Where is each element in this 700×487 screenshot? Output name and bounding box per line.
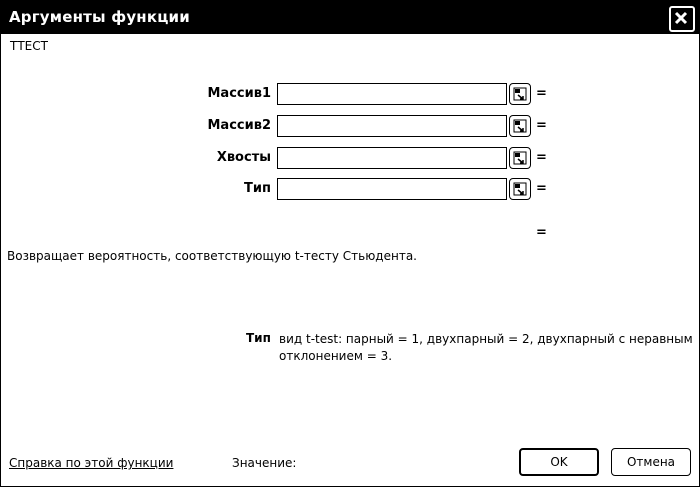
equals-sign: =: [536, 86, 547, 101]
arg-help-text: вид t-test: парный = 1, двухпарный = 2, …: [279, 332, 693, 363]
equals-sign: =: [536, 181, 547, 196]
result-equals-sign: =: [536, 225, 547, 240]
arg-help-name: Тип: [246, 331, 271, 345]
title-bar[interactable]: Аргументы функции: [1, 1, 699, 34]
close-button[interactable]: [669, 6, 695, 32]
ref-button-massiv1[interactable]: [509, 83, 531, 105]
arg-label-massiv2: Массив2: [207, 118, 271, 133]
arg-label-tip: Тип: [244, 181, 271, 196]
equals-sign: =: [536, 118, 547, 133]
help-link[interactable]: Справка по этой функции: [9, 456, 173, 470]
dialog-title: Аргументы функции: [9, 8, 190, 26]
arg-input-tip[interactable]: [277, 178, 507, 200]
close-icon: [674, 11, 688, 25]
cancel-button[interactable]: Отмена: [611, 448, 691, 476]
collapse-dialog-icon: [513, 87, 527, 101]
arg-input-hvosty[interactable]: [277, 147, 507, 169]
collapse-dialog-icon: [513, 151, 527, 165]
function-name: ТТЕСТ: [10, 39, 48, 53]
function-arguments-dialog: Аргументы функции ТТЕСТ Массив1 = Массив…: [0, 0, 700, 487]
collapse-dialog-icon: [513, 182, 527, 196]
arg-label-hvosty: Хвосты: [216, 150, 271, 165]
arg-label-massiv1: Массив1: [207, 86, 271, 101]
arg-input-massiv2[interactable]: [277, 115, 507, 137]
equals-sign: =: [536, 150, 547, 165]
ok-button[interactable]: OK: [519, 448, 599, 476]
collapse-dialog-icon: [513, 119, 527, 133]
ref-button-hvosty[interactable]: [509, 147, 531, 169]
ref-button-tip[interactable]: [509, 178, 531, 200]
function-description: Возвращает вероятность, соответствующую …: [7, 249, 417, 263]
arg-input-massiv1[interactable]: [277, 83, 507, 105]
ref-button-massiv2[interactable]: [509, 115, 531, 137]
value-label: Значение:: [232, 456, 297, 470]
